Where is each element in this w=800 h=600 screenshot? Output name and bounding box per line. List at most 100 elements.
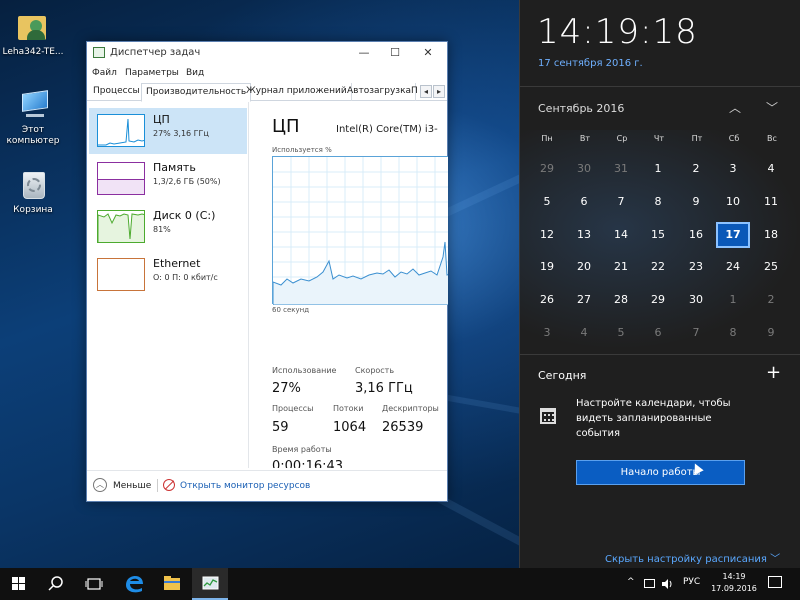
task-manager-window[interactable]: Диспетчер задач — ☐ ✕ Файл Параметры Вид… — [86, 41, 448, 502]
calendar-day[interactable]: 15 — [641, 222, 675, 248]
calendar-day[interactable]: 5 — [604, 320, 638, 346]
calendar-day[interactable]: 20 — [567, 254, 601, 280]
menu-view[interactable]: Вид — [186, 68, 204, 78]
flyout-date-link[interactable]: 17 сентября 2016 г. — [538, 58, 643, 69]
menu-options[interactable]: Параметры — [125, 68, 179, 78]
taskbar-clock[interactable]: 14:19 17.09.2016 — [711, 571, 757, 595]
calendar-day[interactable]: 29 — [530, 156, 564, 182]
edge-browser-button[interactable] — [116, 568, 152, 600]
menu-file[interactable]: Файл — [92, 68, 117, 78]
input-language-indicator[interactable]: РУС — [683, 577, 700, 587]
task-manager-icon — [202, 576, 219, 590]
calendar-day[interactable]: 6 — [567, 189, 601, 215]
calendar-day[interactable]: 1 — [716, 287, 750, 313]
calendar-day[interactable]: 9 — [754, 320, 788, 346]
cpu-utilization-graph — [272, 156, 448, 306]
search-button[interactable] — [38, 568, 74, 600]
handles-label: Дескрипторы — [382, 404, 439, 413]
desktop-icon-user-folder[interactable]: Leha342-TE... — [0, 10, 66, 58]
disk-thumbnail — [97, 210, 145, 243]
calendar-day[interactable]: 8 — [641, 189, 675, 215]
calendar-day[interactable]: 11 — [754, 189, 788, 215]
calendar-day[interactable]: 5 — [530, 189, 564, 215]
volume-icon[interactable] — [660, 577, 674, 591]
get-started-button[interactable]: Начало работы — [576, 460, 745, 485]
close-button[interactable]: ✕ — [413, 44, 443, 62]
tab-startup[interactable]: Автозагрузка — [343, 83, 417, 101]
tab-scroll-right-button[interactable]: ▸ — [433, 85, 445, 98]
agenda-promo-text: Настройте календари, чтобы видеть заплан… — [576, 398, 731, 439]
add-event-plus-icon[interactable]: + — [766, 362, 781, 383]
calendar-day[interactable]: 22 — [641, 254, 675, 280]
resource-cpu[interactable]: ЦП 27% 3,16 ГГц — [89, 108, 247, 154]
calendar-day[interactable]: 26 — [530, 287, 564, 313]
calendar-day[interactable]: 16 — [679, 222, 713, 248]
tab-performance[interactable]: Производительность — [141, 83, 252, 102]
calendar-day[interactable]: 1 — [641, 156, 675, 182]
tab-app-history[interactable]: Журнал приложений — [242, 83, 352, 101]
open-resource-monitor-link[interactable]: Открыть монитор ресурсов — [180, 481, 310, 491]
calendar-day[interactable]: 4 — [567, 320, 601, 346]
next-month-chevron-down-icon[interactable]: ﹀ — [763, 99, 781, 115]
maximize-button[interactable]: ☐ — [380, 44, 410, 62]
resource-monitor-icon[interactable] — [163, 479, 175, 491]
minimize-button[interactable]: — — [349, 44, 379, 62]
previous-month-chevron-up-icon[interactable]: ︿ — [726, 99, 744, 115]
calendar-day[interactable]: 2 — [679, 156, 713, 182]
calendar-day[interactable]: 30 — [567, 156, 601, 182]
desktop-icon-this-pc[interactable]: Этот компьютер — [0, 88, 66, 147]
file-explorer-button[interactable] — [154, 568, 190, 600]
calendar-day[interactable]: 27 — [567, 287, 601, 313]
task-view-button[interactable] — [76, 568, 112, 600]
calendar-month-label[interactable]: Сентябрь 2016 — [538, 102, 624, 115]
chevron-up-icon[interactable]: ︿ — [93, 478, 107, 492]
calendar-day[interactable]: 6 — [641, 320, 675, 346]
title-bar[interactable]: Диспетчер задач — ☐ ✕ — [87, 42, 447, 64]
calendar-day[interactable]: 7 — [604, 189, 638, 215]
show-hidden-icons-chevron-icon[interactable]: ^ — [627, 577, 635, 587]
action-center-icon[interactable] — [768, 576, 782, 588]
weekday-label: Пт — [691, 134, 703, 143]
utilization-label: Использование — [272, 366, 337, 375]
calendar-day-today[interactable]: 17 — [716, 222, 750, 248]
calendar-day[interactable]: 29 — [641, 287, 675, 313]
calendar-day[interactable]: 8 — [716, 320, 750, 346]
calendar-day[interactable]: 9 — [679, 189, 713, 215]
calendar-day[interactable]: 31 — [604, 156, 638, 182]
hide-agenda-link[interactable]: Скрыть настройку расписания ﹀ — [605, 550, 780, 565]
calendar-day[interactable]: 7 — [679, 320, 713, 346]
calendar-day[interactable]: 2 — [754, 287, 788, 313]
desktop-icon-recycle-bin[interactable]: Корзина — [0, 168, 66, 216]
calendar-day[interactable]: 25 — [754, 254, 788, 280]
resource-disk[interactable]: Диск 0 (C:) 81% — [89, 204, 247, 250]
calendar-day[interactable]: 3 — [530, 320, 564, 346]
fewer-details-button[interactable]: Меньше — [113, 481, 151, 491]
calendar-day[interactable]: 18 — [754, 222, 788, 248]
window-title: Диспетчер задач — [110, 47, 201, 58]
calendar-day[interactable]: 14 — [604, 222, 638, 248]
calendar-day[interactable]: 28 — [604, 287, 638, 313]
calendar-day[interactable]: 21 — [604, 254, 638, 280]
calendar-day[interactable]: 23 — [679, 254, 713, 280]
calendar-day[interactable]: 3 — [716, 156, 750, 182]
calendar-day[interactable]: 30 — [679, 287, 713, 313]
resource-memory[interactable]: Память 1,3/2,6 ГБ (50%) — [89, 156, 247, 202]
resource-value: 1,3/2,6 ГБ (50%) — [153, 177, 221, 186]
tab-strip: Процессы Производительность Журнал прило… — [87, 83, 447, 102]
tab-scroll-left-button[interactable]: ◂ — [420, 85, 432, 98]
agenda-today-label: Сегодня — [538, 369, 587, 382]
task-manager-taskbar-button[interactable] — [192, 568, 228, 600]
network-icon[interactable] — [644, 579, 655, 588]
tab-processes[interactable]: Процессы — [89, 83, 145, 101]
calendar-day[interactable]: 19 — [530, 254, 564, 280]
calendar-day[interactable]: 13 — [567, 222, 601, 248]
calendar-day[interactable]: 4 — [754, 156, 788, 182]
resource-ethernet[interactable]: Ethernet О: 0 П: 0 кбит/с — [89, 252, 247, 298]
calendar-day[interactable]: 24 — [716, 254, 750, 280]
weekday-label: Ср — [616, 134, 628, 143]
start-button[interactable] — [0, 568, 36, 600]
tab-scroll-buttons: ◂ ▸ — [419, 85, 445, 98]
calendar-day[interactable]: 12 — [530, 222, 564, 248]
taskbar-date: 17.09.2016 — [711, 584, 757, 593]
calendar-day[interactable]: 10 — [716, 189, 750, 215]
